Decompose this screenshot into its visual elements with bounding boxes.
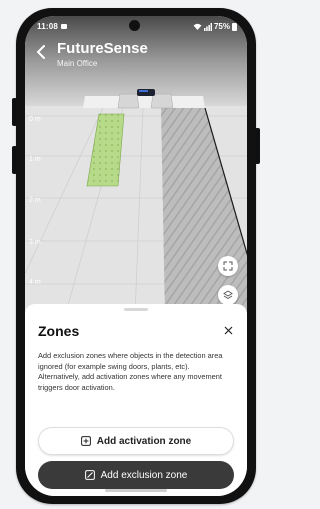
wifi-icon — [193, 23, 202, 30]
front-camera — [129, 20, 140, 31]
battery-icon — [232, 22, 237, 31]
axis-label-2m: 2 m — [29, 197, 41, 204]
phone-screen: 0 m 1 m 2 m 3 m 4 m 11:08 75% FutureSens… — [25, 16, 247, 496]
app-header: FutureSense Main Office — [25, 38, 247, 88]
add-exclusion-zone-label: Add exclusion zone — [100, 469, 188, 481]
status-bar: 11:08 75% — [25, 16, 247, 38]
layers-button[interactable] — [218, 285, 238, 305]
door-panel-left — [117, 93, 140, 109]
axis-label-0m: 0 m — [29, 116, 41, 123]
door-panel-right — [150, 93, 174, 109]
back-button[interactable] — [33, 42, 49, 62]
sheet-drag-handle[interactable] — [124, 308, 148, 311]
close-icon — [224, 326, 232, 335]
sheet-description: Add exclusion zones where objects in the… — [38, 351, 223, 392]
signal-icon — [203, 22, 212, 31]
status-indicators: 75% — [193, 22, 237, 31]
battery-text: 75% — [213, 22, 230, 31]
page-subtitle: Main Office — [57, 59, 98, 68]
expand-icon — [223, 261, 233, 271]
status-time-text: 11:08 — [37, 22, 59, 31]
axis-label-3m: 3 m — [29, 239, 41, 246]
message-icon — [61, 24, 68, 29]
fullscreen-button[interactable] — [218, 256, 238, 276]
close-button[interactable] — [220, 322, 236, 338]
chevron-left-icon — [36, 45, 45, 59]
page-title: FutureSense — [57, 40, 148, 57]
status-time: 11:08 — [37, 22, 68, 31]
add-activation-zone-button[interactable]: Add activation zone — [38, 427, 234, 455]
sensor-light — [139, 90, 148, 92]
axis-label-4m: 4 m — [29, 279, 41, 286]
home-indicator[interactable] — [105, 489, 167, 492]
stage: 0 m 1 m 2 m 3 m 4 m 11:08 75% FutureSens… — [0, 0, 264, 509]
phone-frame: 0 m 1 m 2 m 3 m 4 m 11:08 75% FutureSens… — [16, 8, 256, 504]
axis-label-1m: 1 m — [29, 156, 41, 163]
back-wall — [83, 96, 205, 108]
zones-bottom-sheet: Zones Add exclusion zones where objects … — [25, 304, 247, 496]
add-exclusion-zone-button[interactable]: Add exclusion zone — [38, 461, 234, 489]
layers-icon — [223, 290, 233, 300]
add-activation-zone-label: Add activation zone — [96, 435, 192, 447]
plus-square-icon — [80, 436, 91, 446]
pencil-square-icon — [84, 470, 95, 480]
sheet-title: Zones — [38, 323, 80, 339]
